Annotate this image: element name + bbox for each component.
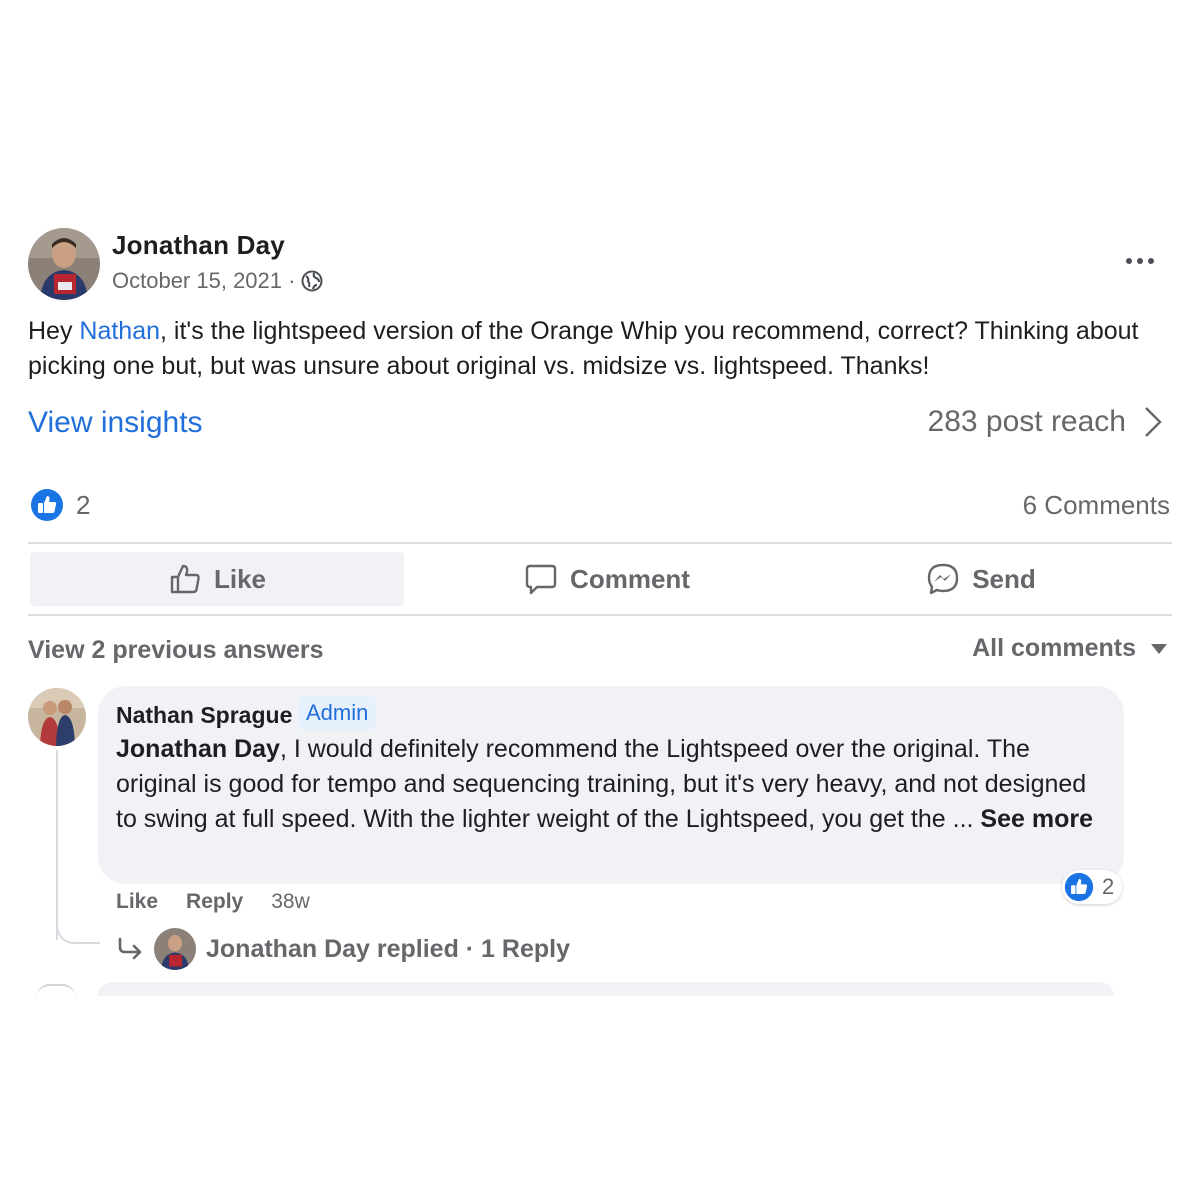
- comment-label: Comment: [570, 563, 690, 594]
- comment-filter-label: All comments: [972, 634, 1136, 662]
- like-reaction-icon: [1064, 872, 1094, 902]
- post-text-part: , it's the lightspeed version of the Ora…: [28, 317, 1139, 380]
- post-date[interactable]: October 15, 2021 ·: [112, 268, 295, 294]
- next-comment-avatar: [36, 984, 76, 998]
- reaction-summary[interactable]: 2: [30, 488, 90, 522]
- like-label: Like: [213, 563, 267, 594]
- comment-bubble: Nathan Sprague Admin Jonathan Day, I wou…: [98, 686, 1124, 884]
- comment-filter-dropdown[interactable]: All comments: [972, 634, 1168, 663]
- comment-timestamp[interactable]: 38w: [271, 890, 310, 914]
- post-text: Hey Nathan, it's the lightspeed version …: [28, 314, 1168, 384]
- post-meta: October 15, 2021 ·: [112, 268, 323, 294]
- comments-count-link[interactable]: 6 Comments: [1023, 490, 1170, 521]
- comment-like-button[interactable]: Like: [116, 890, 158, 914]
- thread-line: [56, 750, 58, 940]
- like-button[interactable]: Like: [30, 552, 404, 606]
- facebook-post: Jonathan Day October 15, 2021 · Hey Nath…: [0, 210, 1200, 996]
- commenter-avatar[interactable]: [28, 688, 86, 746]
- comment-text: Jonathan Day, I would definitely recomme…: [116, 732, 1106, 837]
- view-previous-answers-link[interactable]: View 2 previous answers: [28, 636, 324, 665]
- comment-icon: [525, 564, 557, 595]
- commenter-name[interactable]: Nathan Sprague: [116, 702, 292, 729]
- next-comment-bubble: [98, 982, 1114, 996]
- globe-icon: [301, 270, 323, 292]
- post-text-part: Hey: [28, 317, 80, 345]
- author-avatar[interactable]: [28, 228, 100, 300]
- admin-badge: Admin: [298, 696, 377, 730]
- send-label: Send: [972, 563, 1036, 594]
- mention-link[interactable]: Nathan: [79, 317, 160, 345]
- comment-actions: Like Reply 38w: [116, 890, 310, 914]
- comment-mention[interactable]: Jonathan Day: [116, 735, 280, 763]
- view-insights-link[interactable]: View insights: [28, 406, 203, 440]
- chevron-right-icon: [1145, 407, 1162, 437]
- reply-arrow-icon: [118, 937, 142, 960]
- more-options-button[interactable]: [1118, 246, 1162, 276]
- post-reach-label: 283 post reach: [927, 405, 1126, 438]
- post-reach-link[interactable]: 283 post reach: [928, 404, 1164, 440]
- comment-reactions[interactable]: 2: [1062, 870, 1123, 904]
- thread-connector: [56, 922, 100, 944]
- replier-avatar: [154, 928, 196, 970]
- see-more-link[interactable]: See more: [980, 805, 1093, 833]
- divider: [28, 614, 1172, 616]
- comment-reply-button[interactable]: Reply: [186, 890, 243, 914]
- send-button[interactable]: Send: [794, 552, 1168, 606]
- divider: [28, 542, 1172, 544]
- comment-reaction-count: 2: [1102, 874, 1115, 899]
- caret-down-icon: [1151, 643, 1167, 654]
- view-replies-link[interactable]: Jonathan Day replied · 1 Reply: [116, 928, 570, 970]
- like-reaction-icon: [31, 489, 63, 521]
- thumbs-up-icon: [170, 564, 200, 594]
- reaction-count: 2: [76, 489, 91, 520]
- comment-button[interactable]: Comment: [420, 552, 794, 606]
- author-name[interactable]: Jonathan Day: [112, 230, 285, 261]
- messenger-icon: [928, 563, 959, 595]
- reply-summary: Jonathan Day replied · 1 Reply: [206, 934, 570, 963]
